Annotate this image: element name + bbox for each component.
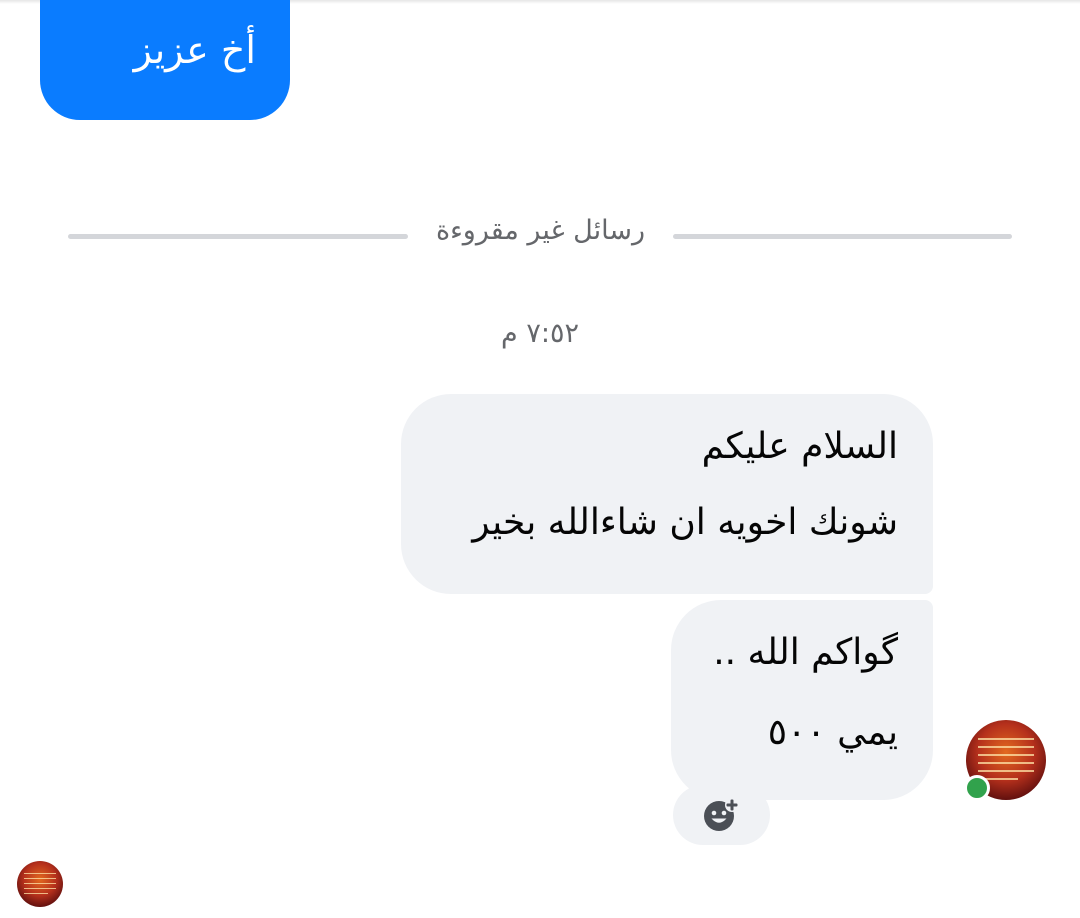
avatar-decoration	[978, 770, 1034, 772]
avatar-decoration	[978, 746, 1034, 748]
add-reaction-icon	[704, 798, 739, 831]
message-line: يمي ٥٠٠	[767, 712, 898, 753]
avatar-decoration	[24, 883, 56, 884]
message-line: السلام عليكم	[701, 426, 898, 467]
avatar-decoration	[24, 888, 56, 889]
message-line: شونك اخويه ان شاءالله بخير	[472, 502, 898, 543]
avatar-decoration	[24, 873, 56, 874]
sent-message-text: أخ عزيز	[133, 28, 256, 72]
sent-message-bubble[interactable]: أخ عزيز	[40, 0, 290, 120]
avatar-decoration	[24, 893, 48, 894]
avatar-decoration	[978, 762, 1034, 764]
received-message-bubble[interactable]: گواكم الله .. يمي ٥٠٠	[671, 600, 933, 800]
avatar-decoration	[24, 878, 56, 879]
unread-divider-line-right	[673, 234, 1012, 239]
unread-divider-line-left	[68, 234, 408, 239]
unread-divider-label: رسائل غير مقروءة	[435, 215, 646, 246]
add-reaction-button[interactable]	[673, 785, 770, 845]
avatar-decoration	[978, 738, 1034, 740]
message-line: گواكم الله ..	[713, 632, 898, 673]
message-timestamp: ٧:٥٢ م	[501, 318, 579, 349]
received-message-bubble[interactable]: السلام عليكم شونك اخويه ان شاءالله بخير	[401, 394, 933, 594]
avatar-decoration	[978, 754, 1034, 756]
seen-by-avatar	[17, 861, 63, 907]
online-status-indicator	[964, 775, 990, 801]
